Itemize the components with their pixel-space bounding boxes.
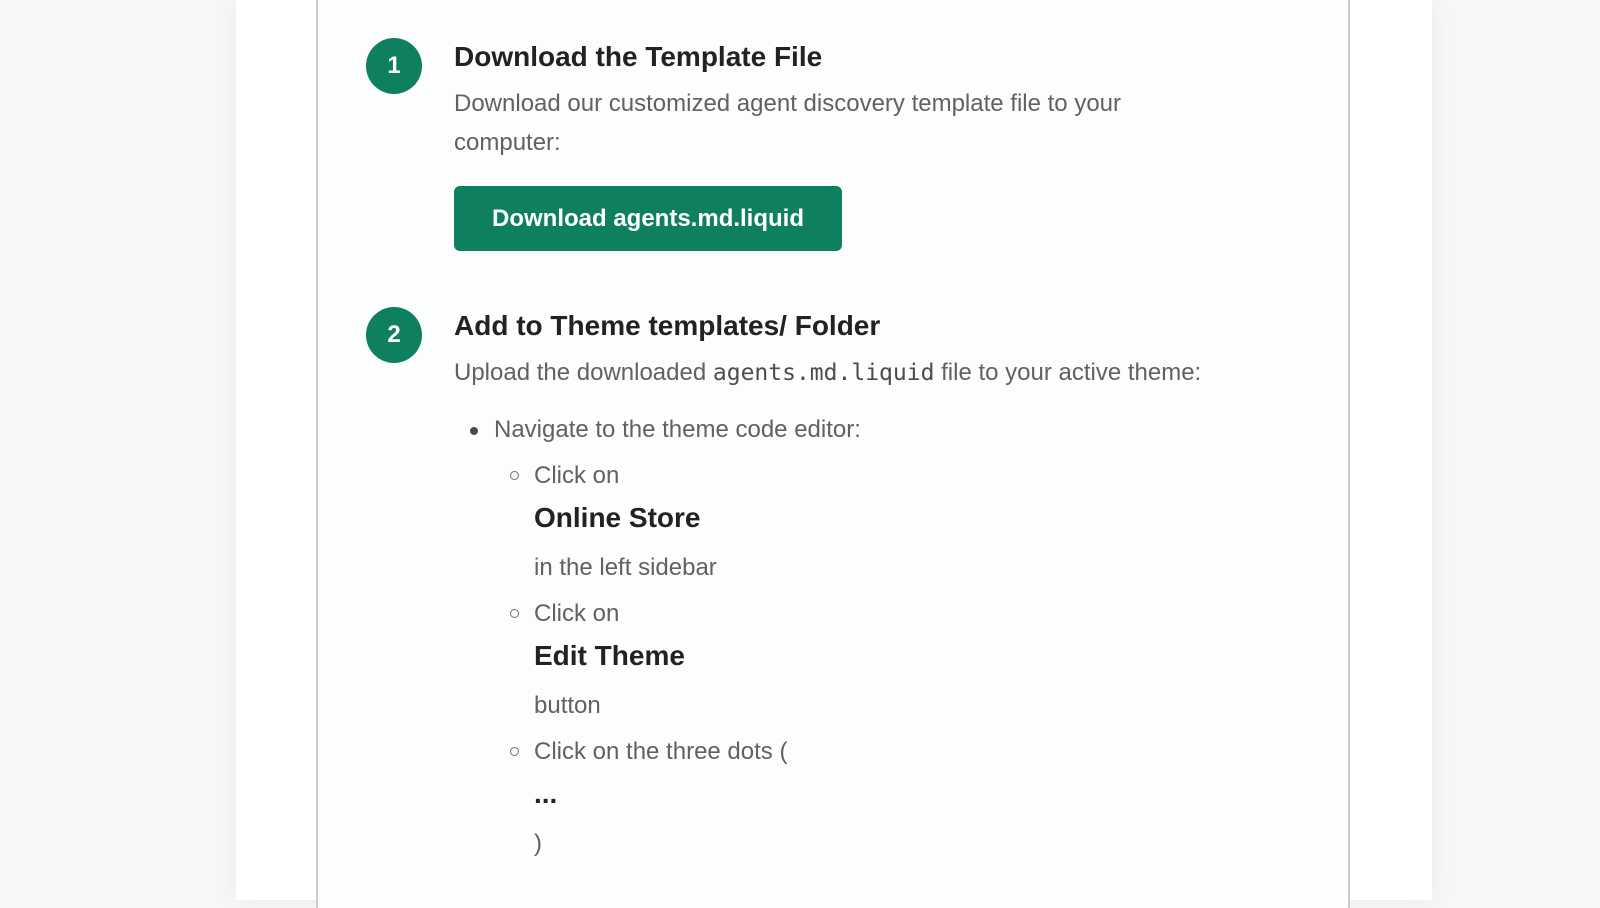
step-2-description-end: file to your active theme: [934, 359, 1202, 386]
sub-list-item-online-store: Click on Online Store in the left sideba… [494, 459, 1234, 585]
online-store-label: Online Store [534, 502, 701, 533]
instruction-list: Navigate to the theme code editor: Click… [454, 413, 1234, 861]
sub-list-item-edit-theme: Click on Edit Theme button [494, 597, 1234, 723]
page-container: 1 Download the Template File Download ou… [236, 0, 1432, 908]
step-1-body: Download the Template File Download our … [454, 38, 1234, 251]
edit-theme-label: Edit Theme [534, 640, 685, 671]
step-2-body: Add to Theme templates/ Folder Upload th… [454, 307, 1234, 873]
list-item-text: Navigate to the theme code editor: [494, 416, 861, 443]
step-1-title: Download the Template File [454, 41, 823, 72]
sub-item-suffix: ) [534, 830, 542, 857]
sub-item-prefix: Click on [534, 600, 620, 627]
step-2-number-badge: 2 [366, 307, 422, 363]
sub-instruction-list: Click on Online Store in the left sideba… [494, 459, 1234, 861]
sub-list-item-three-dots: Click on the three dots ( ... ) [494, 735, 1234, 861]
step-1-description: Download our customized agent discovery … [454, 90, 1122, 156]
step-2-description-start: Upload the downloaded [454, 359, 713, 386]
step-2-description: Upload the downloaded agents.md.liquid f… [454, 353, 1234, 393]
sub-item-suffix: button [534, 692, 601, 719]
instructions-card: 1 Download the Template File Download ou… [316, 0, 1350, 908]
sub-item-prefix: Click on [534, 462, 620, 489]
sub-item-prefix: Click on the three dots ( [534, 738, 788, 765]
three-dots-icon: ... [534, 778, 558, 809]
step-1-number-badge: 1 [366, 38, 422, 94]
download-template-button[interactable]: Download agents.md.liquid [454, 186, 842, 251]
step-2-title: Add to Theme templates/ Folder [454, 310, 881, 341]
sub-item-suffix: in the left sidebar [534, 554, 717, 581]
filename-code: agents.md.liquid [712, 360, 935, 386]
list-item: Navigate to the theme code editor: Click… [454, 413, 1234, 861]
